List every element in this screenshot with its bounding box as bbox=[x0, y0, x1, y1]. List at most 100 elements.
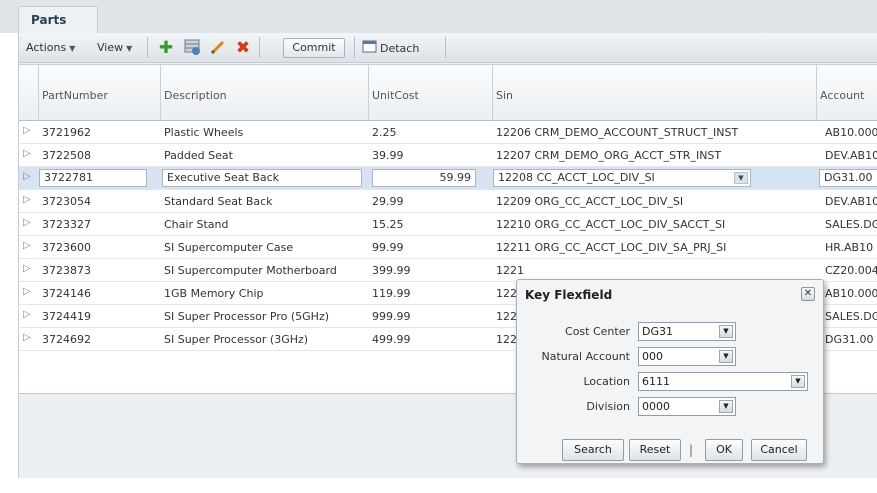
detach-button[interactable]: Detach bbox=[358, 38, 430, 58]
cell-account: AB10.000 bbox=[825, 287, 877, 300]
cell-sin: 12207 CRM_DEMO_ORG_ACCT_STR_INST bbox=[496, 149, 722, 162]
cell-partnumber: 3724419 bbox=[42, 310, 91, 323]
cell-account: CZ20.004 bbox=[825, 264, 877, 277]
button-separator: | bbox=[689, 443, 694, 457]
cost-center-label: Cost Center bbox=[565, 325, 630, 338]
cell-description: Standard Seat Back bbox=[164, 195, 273, 208]
natural-account-select[interactable]: 000 ▼ bbox=[638, 347, 736, 366]
add-icon[interactable]: ✚ bbox=[156, 38, 176, 58]
cell-sin: 12206 CRM_DEMO_ACCOUNT_STRUCT_INST bbox=[496, 126, 739, 139]
cancel-button[interactable]: Cancel bbox=[751, 439, 807, 461]
chevron-down-icon: ▼ bbox=[69, 44, 76, 53]
column-header-account[interactable]: Account bbox=[816, 65, 877, 121]
chevron-down-icon: ▼ bbox=[126, 44, 133, 53]
edit-pencil-icon[interactable] bbox=[208, 38, 228, 58]
natural-account-label: Natural Account bbox=[541, 350, 630, 363]
chevron-down-icon[interactable]: ▼ bbox=[734, 172, 748, 184]
actions-menu-label: Actions bbox=[26, 41, 67, 54]
cell-description: Plastic Wheels bbox=[164, 126, 244, 139]
cell-sin: 12210 ORG_CC_ACCT_LOC_DIV_SACCT_SI bbox=[496, 218, 726, 231]
division-label: Division bbox=[586, 400, 630, 413]
table-row[interactable]: ▷ 3722508 Padded Seat 39.99 12207 CRM_DE… bbox=[19, 144, 877, 167]
delete-icon[interactable]: ✖ bbox=[233, 38, 253, 58]
insert-row-icon[interactable] bbox=[182, 38, 202, 58]
cell-description: 1GB Memory Chip bbox=[164, 287, 264, 300]
view-menu-label: View bbox=[97, 41, 124, 54]
cell-description: Chair Stand bbox=[164, 218, 229, 231]
table-row[interactable]: ▷ 3723327 Chair Stand 15.25 12210 ORG_CC… bbox=[19, 213, 877, 236]
key-flexfield-dialog: Key Flexfield ✕ Cost Center DG31 ▼ Natur… bbox=[516, 279, 824, 464]
cell-sin: 12209 ORG_CC_ACCT_LOC_DIV_SI bbox=[496, 195, 684, 208]
toolbar-separator bbox=[354, 37, 355, 58]
chevron-down-icon[interactable]: ▼ bbox=[719, 325, 733, 338]
toolbar-separator bbox=[445, 37, 446, 58]
row-expand-icon[interactable]: ▷ bbox=[23, 194, 35, 208]
table-row-selected[interactable]: ▷ 3722781 Executive Seat Back 59.99 1220… bbox=[19, 167, 877, 190]
table-header: PartNumber Description UnitCost Sin Acco… bbox=[19, 65, 877, 121]
cell-description: SI Super Processor (3GHz) bbox=[164, 333, 309, 346]
cell-partnumber: 3724146 bbox=[42, 287, 91, 300]
cell-sin: 12211 ORG_CC_ACCT_LOC_DIV_SA_PRJ_SI bbox=[496, 241, 727, 254]
cost-center-value: DG31 bbox=[642, 325, 673, 338]
cell-description: SI Supercomputer Case bbox=[164, 241, 294, 254]
cell-partnumber: 3722508 bbox=[42, 149, 91, 162]
tab-parts[interactable]: Parts bbox=[18, 6, 98, 33]
cell-partnumber: 3721962 bbox=[42, 126, 91, 139]
commit-button[interactable]: Commit bbox=[283, 38, 345, 58]
row-expand-icon[interactable]: ▷ bbox=[23, 217, 35, 231]
cell-account: HR.AB10 bbox=[825, 241, 874, 254]
cell-unitcost: 39.99 bbox=[372, 149, 404, 162]
chevron-down-icon[interactable]: ▼ bbox=[719, 400, 733, 413]
natural-account-value: 000 bbox=[642, 350, 663, 363]
actions-menu[interactable]: Actions ▼ bbox=[26, 41, 75, 54]
cell-account: DEV.AB10 bbox=[825, 195, 877, 208]
cell-account: AB10.000 bbox=[825, 126, 877, 139]
row-expand-icon[interactable]: ▷ bbox=[23, 240, 35, 254]
row-expand-icon[interactable]: ▷ bbox=[23, 286, 35, 300]
cell-unitcost: 399.99 bbox=[372, 264, 411, 277]
cell-account: SALES.DG bbox=[825, 310, 877, 323]
location-select[interactable]: 6111 ▼ bbox=[638, 372, 808, 391]
cell-description: SI Super Processor Pro (5GHz) bbox=[164, 310, 330, 323]
toolbar-separator bbox=[147, 37, 148, 58]
sin-select[interactable]: 12208 CC_ACCT_LOC_DIV_SI ▼ bbox=[493, 169, 751, 187]
cell-partnumber: 3724692 bbox=[42, 333, 91, 346]
toolbar-separator bbox=[259, 37, 260, 58]
detach-icon bbox=[362, 39, 378, 59]
row-expand-icon[interactable]: ▷ bbox=[23, 263, 35, 277]
chevron-down-icon[interactable]: ▼ bbox=[719, 350, 733, 363]
description-edit-field[interactable]: Executive Seat Back bbox=[162, 169, 362, 187]
column-header-description[interactable]: Description bbox=[160, 65, 368, 121]
ok-button[interactable]: OK bbox=[705, 439, 743, 461]
cell-description: Padded Seat bbox=[164, 149, 233, 162]
close-icon[interactable]: ✕ bbox=[801, 287, 815, 301]
location-value: 6111 bbox=[642, 375, 670, 388]
row-expand-icon[interactable]: ▷ bbox=[23, 332, 35, 346]
dialog-title: Key Flexfield bbox=[525, 288, 613, 302]
partnumber-edit-field[interactable]: 3722781 bbox=[39, 169, 147, 187]
chevron-down-icon[interactable]: ▼ bbox=[791, 375, 805, 388]
reset-button[interactable]: Reset bbox=[629, 439, 681, 461]
view-menu[interactable]: View ▼ bbox=[97, 41, 132, 54]
account-edit-field[interactable]: DG31.00 bbox=[819, 169, 877, 187]
row-expand-icon[interactable]: ▷ bbox=[23, 125, 35, 139]
column-header-sin[interactable]: Sin bbox=[492, 65, 816, 121]
column-header-unitcost[interactable]: UnitCost bbox=[368, 65, 492, 121]
cell-unitcost: 2.25 bbox=[372, 126, 397, 139]
row-expand-icon[interactable]: ▷ bbox=[23, 309, 35, 323]
cell-description: SI Supercomputer Motherboard bbox=[164, 264, 337, 277]
cell-account: SALES.DG bbox=[825, 218, 877, 231]
table-row[interactable]: ▷ 3723054 Standard Seat Back 29.99 12209… bbox=[19, 190, 877, 213]
row-expand-icon[interactable]: ▷ bbox=[23, 171, 35, 185]
column-header-partnumber[interactable]: PartNumber bbox=[38, 65, 160, 121]
cell-partnumber: 3723327 bbox=[42, 218, 91, 231]
unitcost-edit-field[interactable]: 59.99 bbox=[372, 169, 476, 187]
division-select[interactable]: 0000 ▼ bbox=[638, 397, 736, 416]
cell-unitcost: 15.25 bbox=[372, 218, 404, 231]
sin-select-value: 12208 CC_ACCT_LOC_DIV_SI bbox=[498, 171, 655, 184]
table-row[interactable]: ▷ 3721962 Plastic Wheels 2.25 12206 CRM_… bbox=[19, 121, 877, 144]
table-row[interactable]: ▷ 3723600 SI Supercomputer Case 99.99 12… bbox=[19, 236, 877, 259]
row-expand-icon[interactable]: ▷ bbox=[23, 148, 35, 162]
search-button[interactable]: Search bbox=[562, 439, 624, 461]
cost-center-select[interactable]: DG31 ▼ bbox=[638, 322, 736, 341]
